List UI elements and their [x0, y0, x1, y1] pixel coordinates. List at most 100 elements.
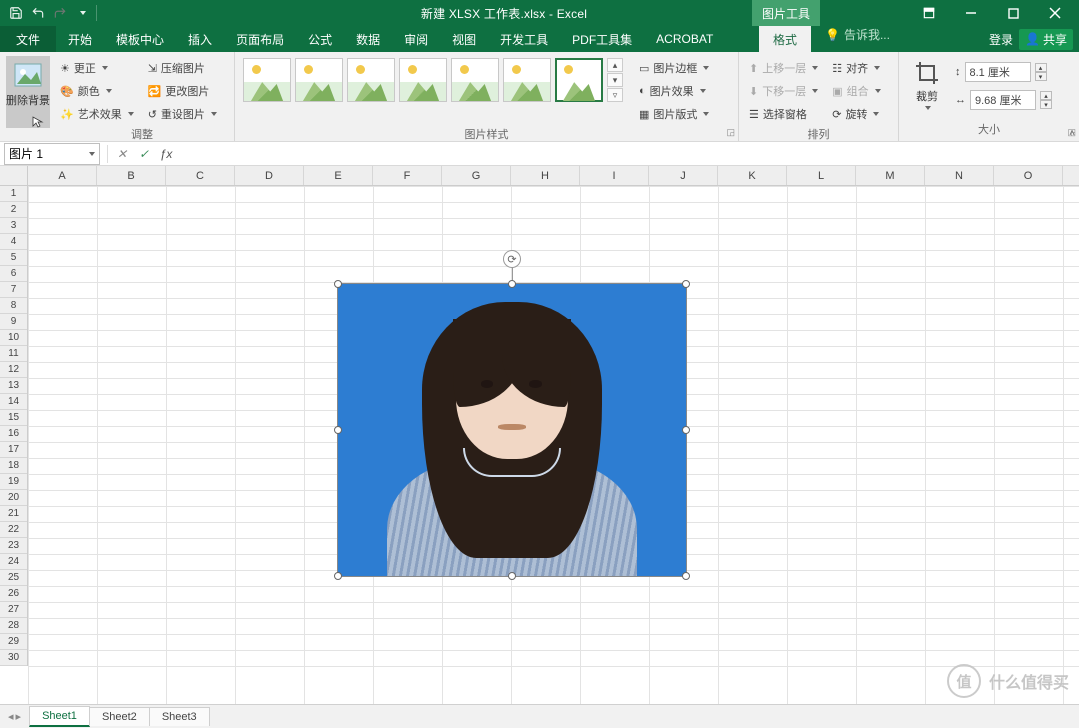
- row-header[interactable]: 11: [0, 346, 27, 362]
- width-input[interactable]: ↔ 9.68 厘米 ▴▾: [955, 90, 1052, 110]
- ribbon-options-icon[interactable]: [909, 0, 949, 26]
- compress-picture-button[interactable]: ⇲压缩图片: [144, 58, 221, 78]
- tab-view[interactable]: 视图: [440, 26, 488, 52]
- undo-icon[interactable]: [28, 3, 48, 23]
- cancel-formula-icon[interactable]: ✕: [111, 147, 133, 161]
- column-header[interactable]: F: [373, 166, 442, 185]
- gallery-up-icon[interactable]: ▴: [607, 58, 623, 72]
- bring-forward-button[interactable]: ⬆上移一层: [745, 58, 822, 78]
- resize-handle-sw[interactable]: [334, 572, 342, 580]
- select-all-corner[interactable]: [0, 166, 28, 186]
- selection-pane-button[interactable]: ☰选择窗格: [745, 104, 822, 124]
- column-header[interactable]: L: [787, 166, 856, 185]
- resize-handle-s[interactable]: [508, 572, 516, 580]
- style-thumb[interactable]: [451, 58, 499, 102]
- maximize-icon[interactable]: [993, 0, 1033, 26]
- row-headers[interactable]: 1234567891011121314151617181920212223242…: [0, 186, 28, 666]
- row-header[interactable]: 27: [0, 602, 27, 618]
- sheet-tab-active[interactable]: Sheet1: [29, 706, 90, 727]
- fx-icon[interactable]: ƒx: [155, 147, 177, 161]
- style-thumb[interactable]: [295, 58, 343, 102]
- share-button[interactable]: 👤 共享: [1019, 29, 1073, 50]
- row-header[interactable]: 24: [0, 554, 27, 570]
- sheet-tab[interactable]: Sheet2: [89, 707, 150, 726]
- row-header[interactable]: 9: [0, 314, 27, 330]
- tab-acrobat[interactable]: ACROBAT: [644, 26, 725, 52]
- tab-layout[interactable]: 页面布局: [224, 26, 296, 52]
- row-header[interactable]: 7: [0, 282, 27, 298]
- spin-down-icon[interactable]: ▾: [1040, 100, 1052, 109]
- sheet-nav-prev-icon[interactable]: ◂: [8, 710, 14, 723]
- column-headers[interactable]: ABCDEFGHIJKLMNO: [28, 166, 1079, 186]
- row-header[interactable]: 10: [0, 330, 27, 346]
- align-button[interactable]: ☷对齐: [828, 58, 884, 78]
- style-thumb[interactable]: [347, 58, 395, 102]
- column-header[interactable]: M: [856, 166, 925, 185]
- row-header[interactable]: 16: [0, 426, 27, 442]
- corrections-button[interactable]: ☀更正: [56, 58, 138, 78]
- rotate-handle[interactable]: ⟳: [503, 250, 521, 268]
- resize-handle-nw[interactable]: [334, 280, 342, 288]
- worksheet-grid[interactable]: ABCDEFGHIJKLMNO 123456789101112131415161…: [0, 166, 1079, 704]
- column-header[interactable]: I: [580, 166, 649, 185]
- column-header[interactable]: D: [235, 166, 304, 185]
- resize-handle-ne[interactable]: [682, 280, 690, 288]
- resize-handle-e[interactable]: [682, 426, 690, 434]
- column-header[interactable]: G: [442, 166, 511, 185]
- row-header[interactable]: 28: [0, 618, 27, 634]
- column-header[interactable]: A: [28, 166, 97, 185]
- selected-picture[interactable]: ⟳: [337, 283, 687, 577]
- row-header[interactable]: 22: [0, 522, 27, 538]
- row-header[interactable]: 20: [0, 490, 27, 506]
- name-box[interactable]: 图片 1: [4, 143, 100, 165]
- gallery-more-icon[interactable]: ▿: [607, 88, 623, 102]
- row-header[interactable]: 17: [0, 442, 27, 458]
- tab-insert[interactable]: 插入: [176, 26, 224, 52]
- spin-up-icon[interactable]: ▴: [1035, 63, 1047, 72]
- row-header[interactable]: 14: [0, 394, 27, 410]
- picture-styles-gallery[interactable]: ▴ ▾ ▿: [241, 56, 623, 104]
- row-header[interactable]: 5: [0, 250, 27, 266]
- resize-handle-se[interactable]: [682, 572, 690, 580]
- row-header[interactable]: 19: [0, 474, 27, 490]
- chevron-down-icon[interactable]: [89, 152, 95, 156]
- row-header[interactable]: 2: [0, 202, 27, 218]
- close-icon[interactable]: [1035, 0, 1075, 26]
- column-header[interactable]: O: [994, 166, 1063, 185]
- column-header[interactable]: C: [166, 166, 235, 185]
- sheet-tab[interactable]: Sheet3: [149, 707, 210, 726]
- tab-pdf[interactable]: PDF工具集: [560, 26, 644, 52]
- row-header[interactable]: 3: [0, 218, 27, 234]
- row-header[interactable]: 4: [0, 234, 27, 250]
- tab-developer[interactable]: 开发工具: [488, 26, 560, 52]
- tell-me-search[interactable]: 💡 告诉我...: [825, 26, 890, 43]
- accept-formula-icon[interactable]: ✓: [133, 147, 155, 161]
- redo-icon[interactable]: [50, 3, 70, 23]
- picture-border-button[interactable]: ▭图片边框: [635, 58, 713, 78]
- style-thumb[interactable]: [399, 58, 447, 102]
- style-thumb[interactable]: [503, 58, 551, 102]
- reset-picture-button[interactable]: ↺重设图片: [144, 104, 221, 124]
- row-header[interactable]: 29: [0, 634, 27, 650]
- spin-down-icon[interactable]: ▾: [1035, 72, 1047, 81]
- column-header[interactable]: K: [718, 166, 787, 185]
- sign-in-link[interactable]: 登录: [989, 31, 1013, 48]
- picture-layout-button[interactable]: ▦图片版式: [635, 104, 713, 124]
- column-header[interactable]: J: [649, 166, 718, 185]
- remove-background-button[interactable]: 删除背景: [6, 56, 50, 128]
- tab-format[interactable]: 格式: [759, 26, 811, 52]
- spin-up-icon[interactable]: ▴: [1040, 91, 1052, 100]
- color-button[interactable]: 🎨颜色: [56, 81, 138, 101]
- column-header[interactable]: H: [511, 166, 580, 185]
- row-header[interactable]: 8: [0, 298, 27, 314]
- row-header[interactable]: 25: [0, 570, 27, 586]
- tab-review[interactable]: 审阅: [392, 26, 440, 52]
- row-header[interactable]: 6: [0, 266, 27, 282]
- column-header[interactable]: N: [925, 166, 994, 185]
- resize-handle-n[interactable]: [508, 280, 516, 288]
- row-header[interactable]: 18: [0, 458, 27, 474]
- column-header[interactable]: B: [97, 166, 166, 185]
- row-header[interactable]: 13: [0, 378, 27, 394]
- rotate-button[interactable]: ⟳旋转: [828, 104, 884, 124]
- tab-home[interactable]: 开始: [56, 26, 104, 52]
